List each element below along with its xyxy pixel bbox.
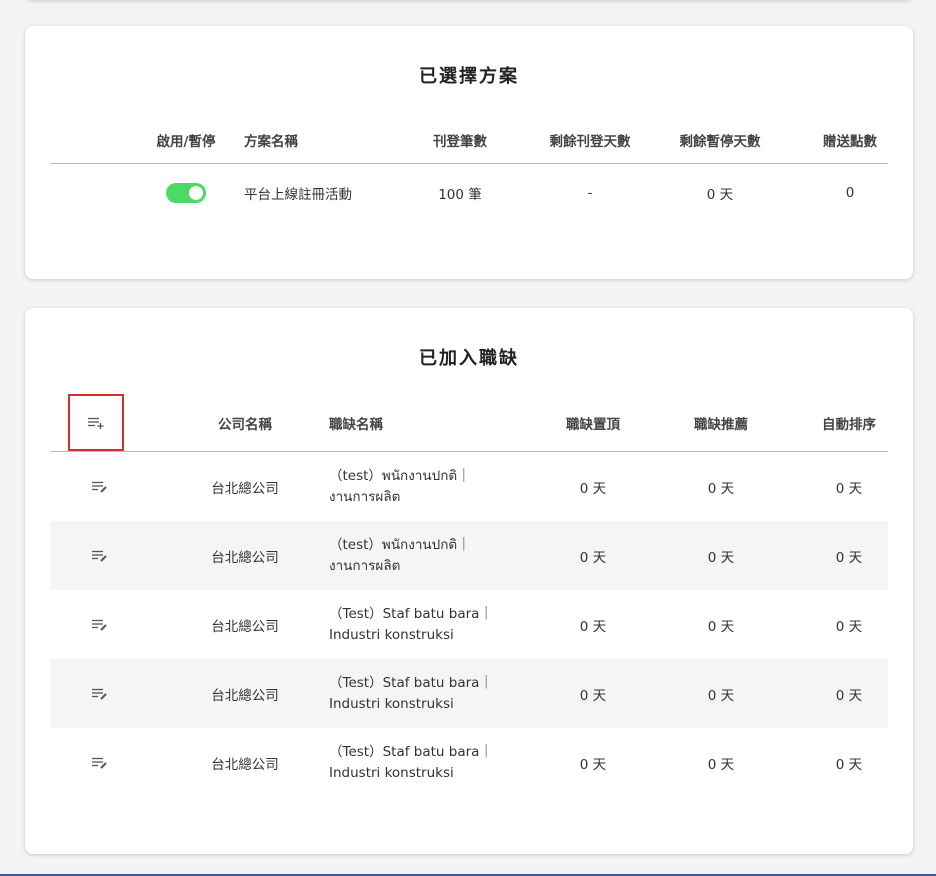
table-row: 台北總公司 （test）พนักงานปกติ｜ งานการผลิต 0 天 0… <box>50 521 888 590</box>
job-company: 台北總公司 <box>211 687 279 704</box>
job-auto-sort: 0 天 <box>835 756 863 773</box>
job-name: （Test）Staf batu bara｜ Industri konstruksi <box>329 743 493 781</box>
playlist-edit-icon[interactable] <box>91 549 109 563</box>
added-jobs-title: 已加入職缺 <box>419 348 519 369</box>
added-jobs-card: 已加入職缺 公司名稱 職缺名稱 職缺置頂 職缺推薦 自動排序 台北總公司 （te… <box>25 308 913 854</box>
job-auto-sort: 0 天 <box>835 687 863 704</box>
job-recommend: 0 天 <box>707 480 735 497</box>
job-company: 台北總公司 <box>211 618 279 635</box>
header-bonus-points: 贈送點數 <box>823 134 877 150</box>
playlist-edit-icon[interactable] <box>91 687 109 701</box>
jobs-table-header: 公司名稱 職缺名稱 職缺置頂 職缺推薦 自動排序 <box>50 408 888 438</box>
job-name: （Test）Staf batu bara｜ Industri konstruksi <box>329 605 493 643</box>
plan-table-header: 啟用/暫停 方案名稱 刊登筆數 剩餘刊登天數 剩餘暫停天數 贈送點數 <box>50 126 888 154</box>
job-auto-sort: 0 天 <box>835 480 863 497</box>
plan-row: 平台上線註冊活動 100 筆 - 0 天 0 <box>50 176 888 210</box>
plan-header-divider <box>50 163 888 164</box>
plan-posts: 100 筆 <box>438 187 482 203</box>
job-name: （test）พนักงานปกติ｜ งานการผลิต <box>329 536 471 574</box>
header-auto-sort: 自動排序 <box>822 417 876 433</box>
job-recommend: 0 天 <box>707 687 735 704</box>
job-pin: 0 天 <box>579 756 607 773</box>
selected-plan-card: 已選擇方案 啟用/暫停 方案名稱 刊登筆數 剩餘刊登天數 剩餘暫停天數 贈送點數… <box>25 26 913 279</box>
job-company: 台北總公司 <box>211 549 279 566</box>
job-auto-sort: 0 天 <box>835 618 863 635</box>
header-job: 職缺名稱 <box>329 417 383 433</box>
job-name: （test）พนักงานปกติ｜ งานการผลิต <box>329 467 471 505</box>
table-row: 台北總公司 （Test）Staf batu bara｜ Industri kons… <box>50 659 888 728</box>
plan-remaining-pause: 0 天 <box>706 187 734 203</box>
job-pin: 0 天 <box>579 687 607 704</box>
job-auto-sort: 0 天 <box>835 549 863 566</box>
table-row: 台北總公司 （Test）Staf batu bara｜ Industri kons… <box>50 728 888 797</box>
playlist-edit-icon[interactable] <box>91 756 109 770</box>
job-recommend: 0 天 <box>707 549 735 566</box>
job-recommend: 0 天 <box>707 756 735 773</box>
plan-remaining-days: - <box>587 185 593 201</box>
job-company: 台北總公司 <box>211 756 279 773</box>
job-pin: 0 天 <box>579 549 607 566</box>
job-name: （Test）Staf batu bara｜ Industri konstruksi <box>329 674 493 712</box>
header-remaining-pause: 剩餘暫停天數 <box>679 134 761 150</box>
playlist-edit-icon[interactable] <box>91 618 109 632</box>
job-pin: 0 天 <box>579 618 607 635</box>
table-row: 台北總公司 （test）พนักงานปกติ｜ งานการผลิต 0 天 0… <box>50 452 888 521</box>
plan-enable-toggle[interactable] <box>166 183 206 203</box>
job-pin: 0 天 <box>579 480 607 497</box>
header-pin: 職缺置頂 <box>566 417 620 433</box>
plan-bonus-points: 0 <box>845 185 855 201</box>
selected-plan-title: 已選擇方案 <box>419 66 519 87</box>
header-plan-name: 方案名稱 <box>244 134 298 150</box>
header-toggle: 啟用/暫停 <box>156 134 216 150</box>
table-row: 台北總公司 （Test）Staf batu bara｜ Industri kons… <box>50 590 888 659</box>
header-remaining-days: 剩餘刊登天數 <box>549 134 631 150</box>
header-company: 公司名稱 <box>218 417 272 433</box>
job-recommend: 0 天 <box>707 618 735 635</box>
toggle-knob <box>189 186 203 200</box>
job-company: 台北總公司 <box>211 480 279 497</box>
plan-name: 平台上線註冊活動 <box>244 187 352 203</box>
playlist-edit-icon[interactable] <box>91 480 109 494</box>
header-recommend: 職缺推薦 <box>694 417 748 433</box>
header-posts: 刊登筆數 <box>433 134 487 150</box>
